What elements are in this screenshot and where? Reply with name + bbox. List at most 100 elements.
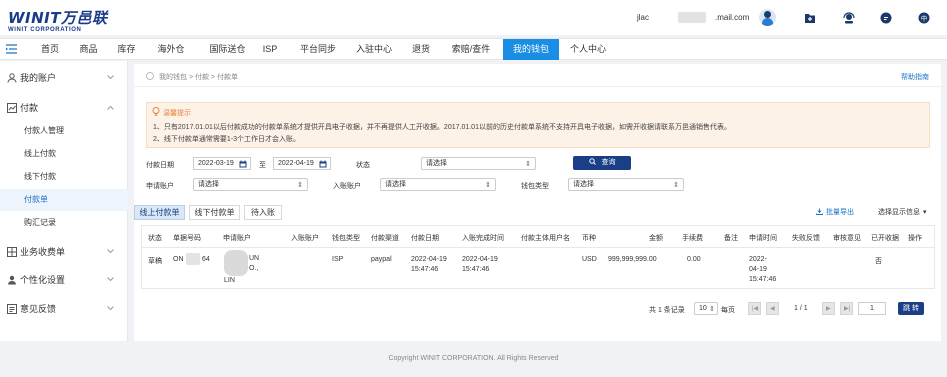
date-separator: 至 (259, 162, 266, 169)
chart-icon (7, 103, 17, 113)
sidebar-item-offline-payment[interactable]: 线下付款 (0, 166, 128, 188)
cell-apply-time: 15:47:46 (749, 276, 777, 283)
footer-copyright: Copyright WINIT CORPORATION. All Rights … (388, 355, 559, 362)
winit-logo[interactable]: WINIT万邑联 WINIT CORPORATION (8, 7, 108, 33)
customer-service-icon[interactable] (843, 12, 855, 24)
nav-returns[interactable]: 退货 (404, 39, 438, 60)
go-to-page-button[interactable]: 跳 转 (898, 302, 924, 315)
first-page-button[interactable]: |◀ (748, 302, 761, 315)
batch-export-button[interactable]: 批量导出 (816, 207, 854, 217)
tab-pending-entry[interactable]: 待入账 (244, 205, 282, 220)
help-guide-link[interactable]: 帮助指南 (901, 72, 929, 82)
cell-entry-date: 2022-04-19 (462, 256, 498, 263)
apply-account-label: 申请账户 (146, 183, 174, 190)
sidebar-item-online-payment[interactable]: 线上付款 (0, 143, 128, 165)
tab-offline-payment-orders[interactable]: 线下付款单 (189, 205, 240, 220)
chevron-down-icon (107, 249, 114, 254)
select-arrow-icon: ⇕ (673, 182, 679, 189)
chevron-up-icon (107, 105, 114, 110)
nav-personal-center[interactable]: 个人中心 (562, 39, 614, 60)
cell-pay-date: 2022-04-19 (411, 256, 447, 263)
col-payer-username: 付款主体用户名 (521, 235, 570, 242)
person-settings-icon (8, 275, 16, 285)
batch-export-label: 批量导出 (826, 209, 854, 216)
apply-account-select[interactable]: 请选择 ⇕ (193, 178, 308, 191)
cell-currency: USD (582, 256, 597, 263)
main-content: 我的钱包 > 付款 > 付款单 帮助指南 温馨提示 1、只有2017.01.01… (134, 64, 941, 341)
sidebar-group-label: 付款 (20, 103, 39, 113)
date-to-input[interactable]: 2022-04-19 (273, 157, 331, 170)
wallet-type-value: 请选择 (573, 181, 594, 188)
chat-icon[interactable] (880, 12, 892, 24)
folder-icon[interactable] (804, 12, 816, 24)
notice-title: 温馨提示 (163, 110, 191, 117)
language-icon[interactable]: 中 (918, 12, 930, 24)
page-number-input[interactable]: 1 (858, 302, 886, 315)
sidebar-item-payer-management[interactable]: 付款人管理 (0, 120, 128, 142)
sidebar-group-business-fee[interactable]: 业务收费单 (0, 241, 128, 263)
query-button-label: 查询 (601, 159, 616, 166)
home-icon (146, 72, 154, 80)
calendar-icon[interactable] (319, 160, 327, 168)
pagination-summary: 共 1 条记录 (649, 307, 685, 314)
cell-status: 草稿 (148, 258, 162, 265)
nav-overseas-warehouse[interactable]: 海外仓 (148, 39, 194, 60)
query-button[interactable]: 查询 (573, 156, 631, 170)
receive-account-select[interactable]: 请选择 ⇕ (380, 178, 496, 191)
svg-text:中: 中 (921, 13, 928, 22)
cell-apply-account: O., (249, 265, 259, 272)
nav-products[interactable]: 商品 (72, 39, 105, 60)
prev-page-button[interactable]: ◀ (766, 302, 779, 315)
wallet-type-select[interactable]: 请选择 ⇕ (568, 178, 684, 191)
nav-home[interactable]: 首页 (33, 39, 67, 60)
sidebar-item-payment-orders[interactable]: 付款单 (0, 189, 128, 211)
nav-onboarding-center[interactable]: 入驻中心 (350, 39, 398, 60)
pay-date-label: 付款日期 (146, 162, 174, 169)
nav-international-delivery[interactable]: 国际送仓 (199, 39, 256, 60)
col-receive-account: 入账账户 (291, 235, 319, 242)
calendar-icon[interactable] (239, 160, 247, 168)
cell-doc-no-tail: 64 (202, 256, 210, 263)
col-wallet-type: 钱包类型 (332, 235, 360, 242)
date-from-input[interactable]: 2022-03-19 (193, 157, 251, 170)
col-apply-account: 申请账户 (223, 235, 251, 242)
last-page-button[interactable]: ▶| (840, 302, 853, 315)
cell-apply-account: LIN (224, 277, 235, 284)
col-failure-feedback: 失败反馈 (792, 235, 820, 242)
tab-online-payment-orders[interactable]: 线上付款单 (134, 205, 185, 220)
sidebar-group-my-account[interactable]: 我的账户 (0, 67, 128, 89)
lightbulb-icon (152, 107, 160, 116)
nav-isp[interactable]: ISP (258, 39, 282, 60)
cell-fee: 0.00 (687, 256, 701, 263)
nav-claims[interactable]: 索赔/查件 (442, 39, 500, 60)
sidebar-group-label: 意见反馈 (20, 304, 57, 314)
avatar[interactable] (759, 9, 776, 26)
column-select-dropdown[interactable]: 选择显示信息 ▾ (878, 207, 927, 217)
page-size-select[interactable]: 10 ⇕ (694, 302, 718, 315)
chevron-down-icon (107, 75, 114, 80)
receive-account-label: 入账账户 (333, 183, 361, 190)
chevron-down-icon (107, 306, 114, 311)
cell-apply-date: 2022- (749, 256, 767, 263)
nav-my-wallet[interactable]: 我的钱包 (503, 39, 559, 60)
cell-amount: 999,999,999.00 (608, 256, 657, 263)
search-icon (588, 158, 596, 165)
sidebar-group-payment[interactable]: 付款 (0, 97, 128, 119)
user-mail: .mail.com (715, 13, 750, 22)
cell-entry-time: 15:47:46 (462, 266, 490, 273)
menu-toggle-icon[interactable] (6, 44, 17, 54)
status-select[interactable]: 请选择 ⇕ (421, 157, 536, 170)
select-arrow-icon: ⇕ (525, 161, 531, 168)
sidebar-item-fx-records[interactable]: 购汇记录 (0, 212, 128, 234)
next-page-button[interactable]: ▶ (822, 302, 835, 315)
cell-doc-no: ON (173, 256, 184, 263)
notice-box: 温馨提示 1、只有2017.01.01以后付款成功的付款单系统才提供开具电子收据… (146, 102, 930, 148)
sidebar-group-label: 我的账户 (20, 73, 57, 83)
sidebar-group-personalize[interactable]: 个性化设置 (0, 269, 128, 291)
nav-inventory[interactable]: 库存 (110, 39, 143, 60)
nav-platform-sync[interactable]: 平台同步 (290, 39, 346, 60)
col-receipt-issued: 已开收据 (871, 235, 899, 242)
user-id: jlac (637, 13, 650, 22)
sidebar-group-feedback[interactable]: 意见反馈 (0, 298, 128, 320)
col-doc-no: 单据号码 (173, 235, 201, 242)
